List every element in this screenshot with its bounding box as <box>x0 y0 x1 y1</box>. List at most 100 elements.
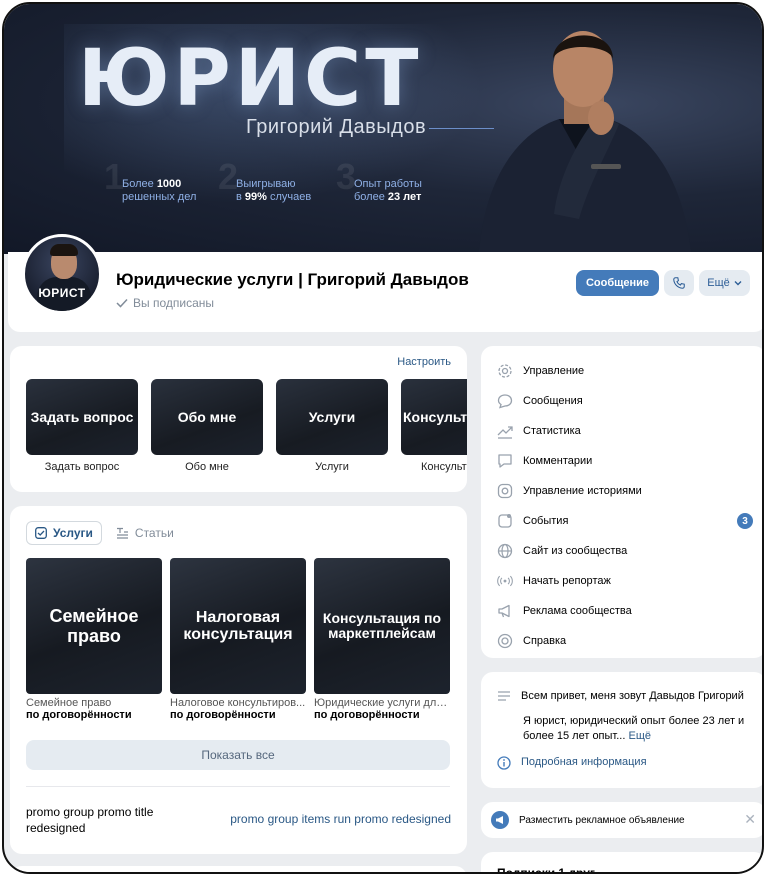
info-icon <box>497 756 511 770</box>
tab-services[interactable]: Услуги <box>26 521 102 545</box>
widget-tile[interactable]: Обо мне Обо мне <box>151 379 263 473</box>
details-link[interactable]: Подробная информация <box>521 756 647 770</box>
menu-item-label: Управление историями <box>523 485 642 497</box>
service-item-price: по договорённости <box>170 709 276 721</box>
events-count-badge: 3 <box>737 513 753 529</box>
more-button[interactable]: Ещё <box>699 270 750 296</box>
chat-bubble-icon <box>497 393 513 409</box>
service-item-image: Семейное право <box>26 558 162 694</box>
about-card: Всем привет, меня зовут Давыдов Григорий… <box>481 672 762 788</box>
text-lines-icon <box>116 527 128 539</box>
services-list: Семейное право Семейное право по договор… <box>26 558 450 721</box>
event-icon <box>497 513 513 529</box>
menu-item-messages[interactable]: Сообщения <box>497 386 753 416</box>
menu-item-label: Справка <box>523 635 567 647</box>
menu-item-label: Управление <box>523 365 585 377</box>
megaphone-icon <box>491 811 509 829</box>
tab-services-label: Услуги <box>53 526 93 540</box>
widget-tile-image: Задать вопрос <box>26 379 138 455</box>
menu-item-label: Статистика <box>523 425 581 437</box>
service-item[interactable]: Налоговая консультация Налоговое консуль… <box>170 558 306 721</box>
admin-menu: Управление Сообщения Статистика Коммента… <box>497 356 753 656</box>
menu-item-comments[interactable]: Комментарии <box>497 446 753 476</box>
gear-icon <box>497 363 513 379</box>
services-tabs: Услуги Статьи <box>26 521 182 545</box>
widget-tiles: Задать вопрос Задать вопрос Обо мне Обо … <box>26 379 467 473</box>
widget-tile-caption: Задать вопрос <box>44 461 120 473</box>
phone-icon <box>673 277 685 289</box>
widget-tile-caption: Обо мне <box>185 461 229 473</box>
close-icon[interactable]: ✕ <box>744 811 756 828</box>
about-details[interactable]: Подробная информация <box>497 756 647 770</box>
promo-link[interactable]: promo group items run promo redesigned <box>230 812 451 826</box>
divider <box>26 786 450 787</box>
broadcast-icon <box>497 573 513 589</box>
service-item[interactable]: Семейное право Семейное право по договор… <box>26 558 162 721</box>
more-button-label: Ещё <box>707 277 730 289</box>
ad-card[interactable]: Разместить рекламное объявление ✕ <box>481 802 762 838</box>
page-title: Юридические услуги | Григорий Давыдов <box>116 270 469 289</box>
widget-tile-caption: Услуги <box>315 461 349 473</box>
widget-tile-image: Обо мне <box>151 379 263 455</box>
menu-item-broadcast[interactable]: Начать репортаж <box>497 566 753 596</box>
services-card: Услуги Статьи Семейное право Семейное пр… <box>10 506 467 854</box>
trend-chart-icon <box>497 423 513 439</box>
cover-person-photo <box>479 31 691 254</box>
service-item-name: Семейное право <box>26 697 112 709</box>
tab-articles-label: Статьи <box>134 526 174 540</box>
menu-item-label: Начать репортаж <box>523 575 611 587</box>
menu-item-label: События <box>523 515 569 527</box>
subscribed-status[interactable]: Вы подписаны <box>116 296 214 310</box>
avatar-label: ЮРИСТ <box>38 286 86 300</box>
menu-item-advertising[interactable]: Реклама сообщества <box>497 596 753 626</box>
call-button[interactable] <box>664 270 694 296</box>
stories-icon <box>497 483 513 499</box>
cover-stat-experience: 3 Опыт работы более 23 лет <box>336 156 422 204</box>
service-item-name: Юридические услуги для... <box>314 697 450 709</box>
promo-title: promo group promo title redesigned <box>26 805 154 835</box>
widget-tile-image: Услуги <box>276 379 388 455</box>
checkmark-icon <box>116 298 128 308</box>
globe-icon <box>497 543 513 559</box>
widgets-card: Настроить Задать вопрос Задать вопрос Об… <box>10 346 467 492</box>
about-more-link[interactable]: Ещё <box>628 730 651 742</box>
check-square-icon <box>35 527 47 539</box>
menu-item-stories[interactable]: Управление историями <box>497 476 753 506</box>
menu-item-help[interactable]: Справка <box>497 626 753 656</box>
admin-menu-card: Управление Сообщения Статистика Коммента… <box>481 346 762 658</box>
chevron-down-icon <box>734 281 742 286</box>
widget-tile[interactable]: Услуги Услуги <box>276 379 388 473</box>
cover-stat-cases: 1 Более 1000 решенных дел <box>104 156 197 204</box>
subscriptions-title: Подписки 1 друг <box>497 866 595 874</box>
comment-icon <box>497 453 513 469</box>
customize-link[interactable]: Настроить <box>397 356 451 368</box>
service-item[interactable]: Консультация по маркетплейсам Юридически… <box>314 558 450 721</box>
menu-item-label: Комментарии <box>523 455 593 467</box>
widget-tile[interactable]: Консульт Консульт <box>401 379 467 473</box>
ad-label: Разместить рекламное объявление <box>519 814 685 826</box>
widget-tile[interactable]: Задать вопрос Задать вопрос <box>26 379 138 473</box>
menu-item-events[interactable]: События 3 <box>497 506 753 536</box>
menu-item-label: Сайт из сообщества <box>523 545 628 557</box>
show-all-button[interactable]: Показать все <box>26 740 450 770</box>
widget-tile-caption: Консульт <box>421 461 467 473</box>
ad-row: Разместить рекламное объявление <box>491 811 685 829</box>
menu-item-site[interactable]: Сайт из сообщества <box>497 536 753 566</box>
subscriptions-card: Подписки 1 друг <box>481 852 762 874</box>
menu-item-label: Реклама сообщества <box>523 605 632 617</box>
widget-tile-image: Консульт <box>401 379 467 455</box>
tab-articles[interactable]: Статьи <box>108 521 182 545</box>
cover-image: ЮРИСТ Григорий Давыдов 1 Более 1000 реше… <box>4 4 762 254</box>
message-button[interactable]: Сообщение <box>576 270 659 296</box>
service-item-price: по договорённости <box>314 709 420 721</box>
menu-item-label: Сообщения <box>523 395 583 407</box>
cover-title: ЮРИСТ <box>78 34 423 124</box>
service-item-image: Налоговая консультация <box>170 558 306 694</box>
service-item-name: Налоговое консультиров... <box>170 697 306 709</box>
avatar[interactable]: ЮРИСТ <box>22 234 102 314</box>
help-ring-icon <box>497 633 513 649</box>
next-card <box>10 866 467 872</box>
menu-item-manage[interactable]: Управление <box>497 356 753 386</box>
about-description: Я юрист, юридический опыт более 23 лет и… <box>523 714 755 744</box>
menu-item-statistics[interactable]: Статистика <box>497 416 753 446</box>
